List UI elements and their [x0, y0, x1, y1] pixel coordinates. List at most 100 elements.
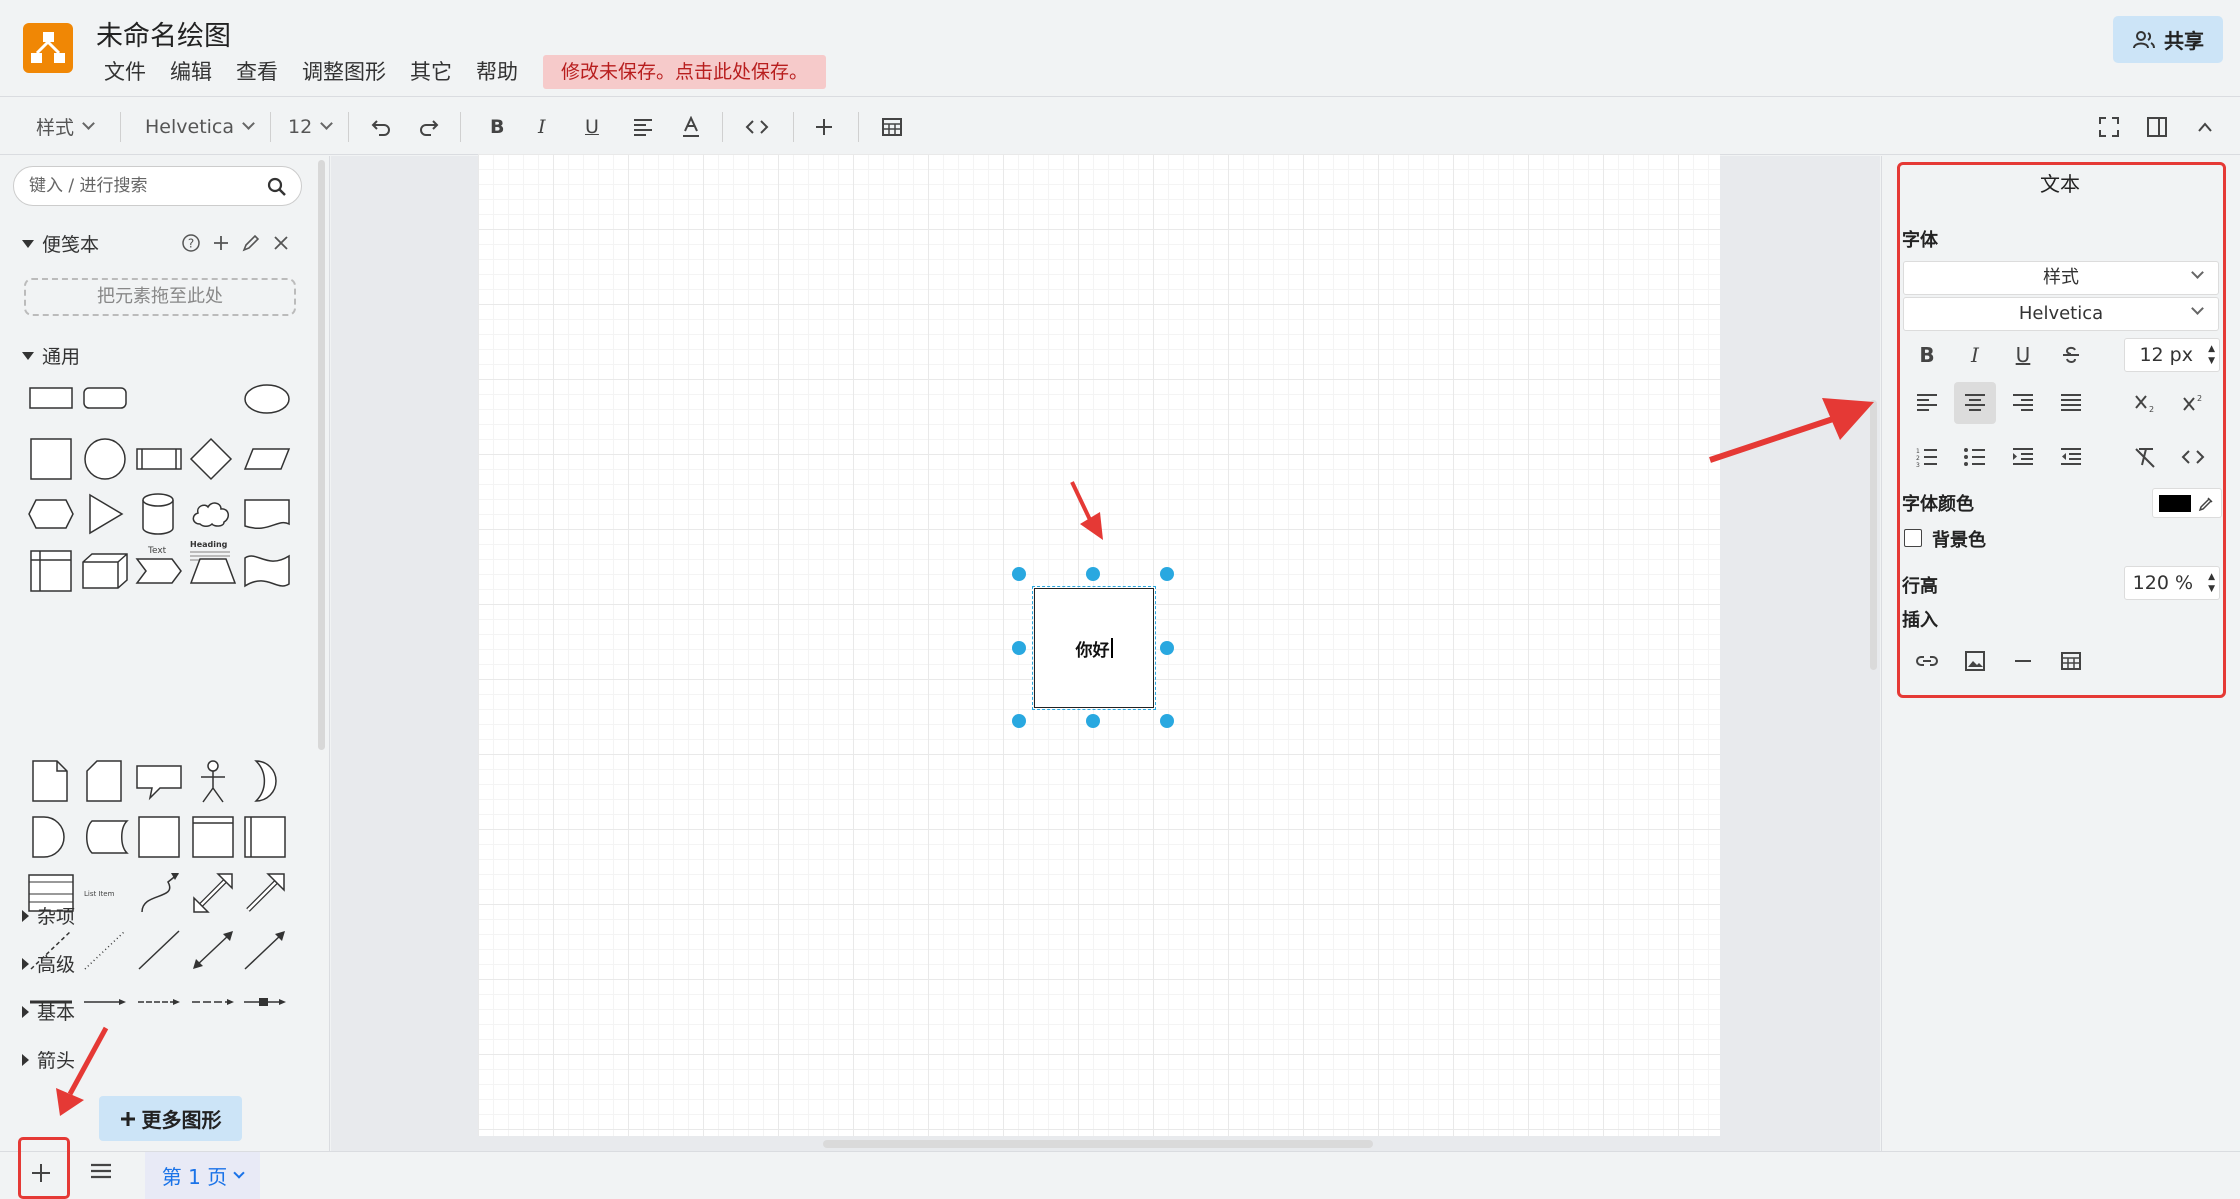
fullscreen-button[interactable]	[2098, 98, 2120, 155]
sidebar-scrollbar[interactable]	[318, 160, 325, 750]
menu-help[interactable]: 帮助	[476, 58, 518, 86]
more-shapes-button[interactable]: 更多图形	[99, 1096, 242, 1141]
advanced-section-header[interactable]: 高级	[22, 950, 75, 977]
actor-shape[interactable]	[196, 758, 230, 804]
selected-rectangle-shape[interactable]: 你好	[1032, 586, 1156, 710]
menu-view[interactable]: 查看	[236, 58, 278, 86]
indent-button[interactable]	[2002, 436, 2044, 478]
bullet-list-button[interactable]	[1954, 436, 1996, 478]
redo-button[interactable]	[418, 98, 440, 155]
canvas-horizontal-scrollbar[interactable]	[823, 1140, 1373, 1148]
cylinder-shape[interactable]	[138, 490, 178, 538]
align-right-button[interactable]	[2002, 382, 2044, 424]
clear-formatting-button[interactable]	[2124, 436, 2166, 478]
background-checkbox[interactable]	[1904, 529, 1922, 547]
numbered-list-button[interactable]: 123	[1906, 436, 1948, 478]
help-icon[interactable]: ?	[180, 232, 202, 254]
scratchpad-header[interactable]: 便笺本	[22, 230, 99, 257]
spinner-icon[interactable]: ▲ ▼	[2208, 343, 2215, 367]
insert-image-button[interactable]	[1954, 640, 1996, 682]
general-section-header[interactable]: 通用	[22, 342, 80, 369]
outdent-button[interactable]	[2050, 436, 2092, 478]
bidirectional-arrow-shape[interactable]	[190, 870, 236, 916]
underline-button[interactable]: U	[2002, 334, 2044, 376]
font-color-button[interactable]	[681, 98, 701, 155]
format-panel-toggle[interactable]	[2146, 98, 2168, 155]
scratchpad-dropzone[interactable]: 把元素拖至此处	[24, 278, 296, 316]
delay-shape[interactable]	[30, 814, 70, 860]
resize-handle-se[interactable]	[1160, 714, 1174, 728]
superscript-button[interactable]: 2	[2172, 382, 2214, 424]
spinner-icon[interactable]: ▲ ▼	[2208, 571, 2215, 595]
bold-button[interactable]: B	[490, 98, 504, 155]
link-arrow-shape[interactable]	[82, 996, 128, 1008]
insert-horizontal-rule-button[interactable]	[2002, 640, 2044, 682]
insert-table-button[interactable]	[2050, 640, 2092, 682]
misc-section-header[interactable]: 杂项	[22, 902, 75, 929]
swimlane-shape[interactable]	[190, 814, 236, 860]
html-edit-button[interactable]	[745, 98, 769, 155]
ellipse-shape[interactable]	[242, 382, 292, 416]
resize-handle-e[interactable]	[1160, 641, 1174, 655]
insert-button[interactable]	[814, 98, 834, 155]
share-button[interactable]: 共享	[2113, 16, 2223, 63]
collapse-toolbar-button[interactable]	[2196, 98, 2214, 155]
curve-connector-shape[interactable]	[138, 870, 182, 916]
app-logo[interactable]	[23, 23, 73, 73]
internal-storage-shape[interactable]	[28, 548, 74, 594]
menu-arrange[interactable]: 调整图形	[302, 58, 386, 86]
unsaved-changes-notice[interactable]: 修改未保存。点击此处保存。	[543, 55, 827, 89]
insert-link-button[interactable]	[1906, 640, 1948, 682]
step-shape[interactable]	[134, 554, 184, 588]
list-item-shape[interactable]: List Item	[84, 890, 114, 898]
shape-search-input[interactable]: 键入 / 进行搜索	[13, 166, 302, 206]
cube-shape[interactable]	[80, 550, 130, 592]
bold-button[interactable]: B	[1906, 334, 1948, 376]
resize-handle-n[interactable]	[1086, 567, 1100, 581]
resize-handle-ne[interactable]	[1160, 567, 1174, 581]
style-dropdown[interactable]: 样式	[36, 98, 95, 155]
square-shape[interactable]	[28, 436, 74, 482]
card-shape[interactable]	[84, 758, 124, 804]
menu-edit[interactable]: 编辑	[170, 58, 212, 86]
dashed-arrow-shape[interactable]	[190, 996, 236, 1008]
italic-button[interactable]: I	[1954, 334, 1996, 376]
eyedropper-icon[interactable]	[2197, 495, 2215, 513]
parallelogram-shape[interactable]	[242, 442, 292, 476]
cloud-shape[interactable]	[188, 496, 234, 532]
rectangle-shape[interactable]	[28, 382, 74, 412]
resize-handle-s[interactable]	[1086, 714, 1100, 728]
tape-shape[interactable]	[242, 550, 292, 592]
resize-handle-w[interactable]	[1012, 641, 1026, 655]
search-icon[interactable]	[266, 176, 288, 198]
resize-handle-nw[interactable]	[1012, 567, 1026, 581]
labeled-arrow-shape[interactable]	[136, 996, 182, 1008]
shape-text[interactable]: 你好	[1035, 589, 1153, 707]
line-shape[interactable]	[136, 928, 182, 972]
arrow-shape[interactable]	[242, 870, 288, 916]
line-height-input[interactable]: 120 % ▲ ▼	[2124, 566, 2220, 600]
align-button[interactable]	[632, 98, 654, 155]
font-family-select[interactable]: Helvetica	[1903, 297, 2219, 331]
pages-menu-button[interactable]	[88, 1160, 114, 1186]
rounded-rectangle-shape[interactable]	[82, 382, 128, 412]
page-tab[interactable]: 第 1 页	[145, 1152, 260, 1199]
font-size-dropdown[interactable]: 12	[288, 98, 334, 155]
note-shape[interactable]	[30, 758, 70, 804]
style-select[interactable]: 样式	[1903, 261, 2219, 295]
strikethrough-button[interactable]	[2050, 334, 2092, 376]
triangle-shape[interactable]	[84, 492, 128, 536]
bidirectional-connector-shape[interactable]	[190, 928, 236, 972]
process-shape[interactable]	[134, 442, 184, 476]
font-family-dropdown[interactable]: Helvetica	[145, 98, 255, 155]
edit-icon[interactable]	[240, 232, 262, 254]
add-icon[interactable]	[210, 232, 232, 254]
italic-button[interactable]: I	[538, 98, 546, 155]
align-left-button[interactable]	[1906, 382, 1948, 424]
diagram-title[interactable]: 未命名绘图	[96, 14, 231, 53]
callout-shape[interactable]	[134, 760, 184, 802]
data-storage-shape[interactable]	[80, 818, 130, 856]
menu-extras[interactable]: 其它	[410, 58, 452, 86]
table-button[interactable]	[881, 98, 903, 155]
shape-label[interactable]: 你好	[1076, 636, 1110, 661]
